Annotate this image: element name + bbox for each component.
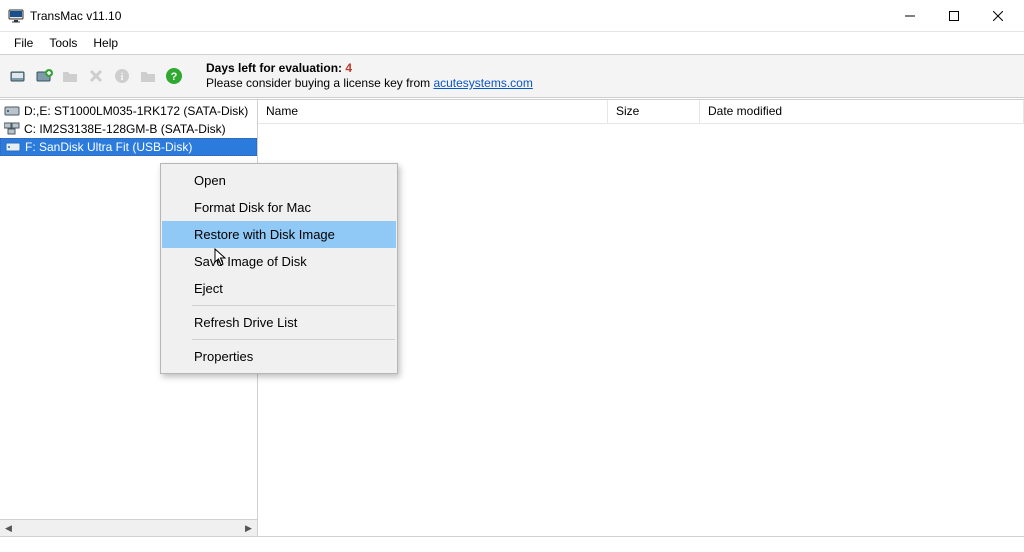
open-drive-icon[interactable]: [6, 64, 30, 88]
folder-icon: [58, 64, 82, 88]
hdd-partition-icon: [4, 121, 20, 137]
eval-days: 4: [345, 61, 352, 75]
context-format-disk[interactable]: Format Disk for Mac: [162, 194, 396, 221]
column-header-size[interactable]: Size: [608, 100, 700, 123]
drive-list: D:,E: ST1000LM035-1RK172 (SATA-Disk) C: …: [0, 100, 257, 158]
drive-row-f[interactable]: F: SanDisk Ultra Fit (USB-Disk): [0, 138, 257, 156]
drive-row-d-e[interactable]: D:,E: ST1000LM035-1RK172 (SATA-Disk): [0, 102, 257, 120]
close-button[interactable]: [976, 1, 1020, 31]
window-controls: [888, 1, 1020, 31]
evaluation-notice: Days left for evaluation: 4 Please consi…: [206, 61, 533, 91]
status-bar: [0, 536, 1024, 552]
new-folder-icon: [136, 64, 160, 88]
context-eject[interactable]: Eject: [162, 275, 396, 302]
app-monitor-icon: [8, 8, 24, 24]
eval-line2-prefix: Please consider buying a license key fro…: [206, 76, 433, 90]
scroll-track[interactable]: [17, 520, 240, 536]
context-refresh-drive-list[interactable]: Refresh Drive List: [162, 309, 396, 336]
horizontal-scrollbar[interactable]: ◀ ▶: [0, 519, 257, 536]
column-header-date[interactable]: Date modified: [700, 100, 1024, 123]
column-header-name[interactable]: Name: [258, 100, 608, 123]
minimize-button[interactable]: [888, 1, 932, 31]
context-open[interactable]: Open: [162, 167, 396, 194]
toolbar-icons: i ?: [6, 64, 188, 88]
svg-text:?: ?: [171, 71, 178, 83]
maximize-button[interactable]: [932, 1, 976, 31]
menu-tools[interactable]: Tools: [41, 34, 85, 52]
delete-x-icon: [84, 64, 108, 88]
svg-text:i: i: [121, 72, 124, 83]
drive-label: D:,E: ST1000LM035-1RK172 (SATA-Disk): [24, 104, 248, 118]
drive-row-c[interactable]: C: IM2S3138E-128GM-B (SATA-Disk): [0, 120, 257, 138]
titlebar: TransMac v11.10: [0, 0, 1024, 32]
window-title: TransMac v11.10: [30, 9, 121, 23]
toolbar: i ? Days left for evaluation: 4 Please c…: [0, 54, 1024, 98]
scroll-left-button[interactable]: ◀: [0, 520, 17, 536]
context-save-image-of-disk[interactable]: Save Image of Disk: [162, 248, 396, 275]
usb-drive-icon: [5, 139, 21, 155]
context-properties[interactable]: Properties: [162, 343, 396, 370]
context-menu-separator: [192, 339, 395, 340]
context-menu-separator: [192, 305, 395, 306]
drive-context-menu: Open Format Disk for Mac Restore with Di…: [160, 163, 398, 374]
menubar: File Tools Help: [0, 32, 1024, 54]
help-icon[interactable]: ?: [162, 64, 186, 88]
add-drive-icon[interactable]: [32, 64, 56, 88]
drive-label: F: SanDisk Ultra Fit (USB-Disk): [25, 140, 192, 154]
work-area: D:,E: ST1000LM035-1RK172 (SATA-Disk) C: …: [0, 98, 1024, 536]
context-restore-disk-image[interactable]: Restore with Disk Image: [162, 221, 396, 248]
eval-prefix: Days left for evaluation:: [206, 61, 345, 75]
menu-help[interactable]: Help: [85, 34, 126, 52]
column-headers: Name Size Date modified: [258, 100, 1024, 124]
scroll-right-button[interactable]: ▶: [240, 520, 257, 536]
hdd-icon: [4, 103, 20, 119]
menu-file[interactable]: File: [6, 34, 41, 52]
license-link[interactable]: acutesystems.com: [433, 76, 532, 90]
drive-label: C: IM2S3138E-128GM-B (SATA-Disk): [24, 122, 226, 136]
info-icon: i: [110, 64, 134, 88]
